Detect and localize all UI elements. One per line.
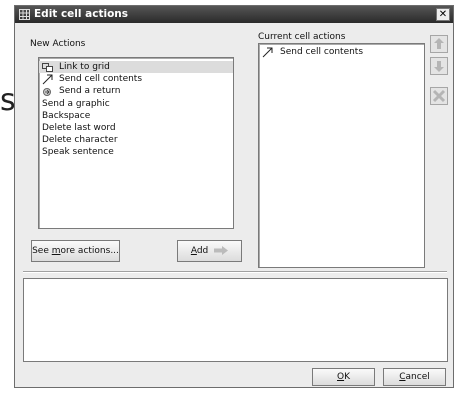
separator xyxy=(23,271,447,273)
list-item-label: Send a graphic xyxy=(42,99,110,109)
delete-action-button[interactable] xyxy=(430,87,448,105)
list-item-label: Send cell contents xyxy=(280,47,364,57)
return-icon xyxy=(43,88,51,96)
move-up-button[interactable] xyxy=(430,35,448,53)
arrow-up-icon xyxy=(434,38,444,49)
close-button[interactable]: ✕ xyxy=(436,8,450,21)
move-down-button[interactable] xyxy=(430,57,448,75)
add-button[interactable]: Add xyxy=(177,240,242,262)
cancel-button[interactable]: Cancel xyxy=(383,368,446,386)
current-actions-list[interactable]: Send cell contents xyxy=(258,43,425,268)
edit-cell-actions-dialog: Edit cell actions ✕ New Actions Link to … xyxy=(14,5,454,388)
mnemonic: m xyxy=(51,246,61,256)
arrow-icon xyxy=(42,74,53,85)
list-item-label: Backspace xyxy=(42,111,91,121)
title-bar[interactable]: Edit cell actions ✕ xyxy=(15,6,453,23)
list-item-link-to-grid[interactable]: Link to grid xyxy=(39,61,233,73)
button-label-part: See xyxy=(32,246,52,256)
new-actions-label: New Actions xyxy=(30,39,86,49)
arrow-right-icon xyxy=(214,246,229,255)
button-label-part: K xyxy=(344,372,350,382)
dialog-title: Edit cell actions xyxy=(34,8,129,20)
arrow-icon xyxy=(262,47,273,58)
button-label-part: ancel xyxy=(405,372,430,382)
arrow-down-icon xyxy=(434,61,444,72)
x-icon xyxy=(432,89,446,103)
description-box xyxy=(23,278,448,362)
list-item-label: Send a return xyxy=(59,86,121,96)
ok-button[interactable]: OK xyxy=(312,368,375,386)
button-label-part: dd xyxy=(196,246,209,256)
current-actions-label: Current cell actions xyxy=(258,32,346,42)
list-item-label: Delete last word xyxy=(42,123,116,133)
list-item-label: Speak sentence xyxy=(42,147,114,157)
list-item-label: Link to grid xyxy=(59,62,110,72)
list-item-label: Send cell contents xyxy=(59,74,143,84)
new-actions-list[interactable]: Link to grid Send cell contents Send a r… xyxy=(38,57,234,229)
see-more-actions-button[interactable]: See more actions... xyxy=(31,240,120,262)
list-item-label: Delete character xyxy=(42,135,118,145)
close-icon: ✕ xyxy=(438,9,448,20)
link-grid-icon xyxy=(42,63,53,72)
grid-app-icon xyxy=(19,9,30,20)
button-label-part: ore actions... xyxy=(60,246,119,256)
